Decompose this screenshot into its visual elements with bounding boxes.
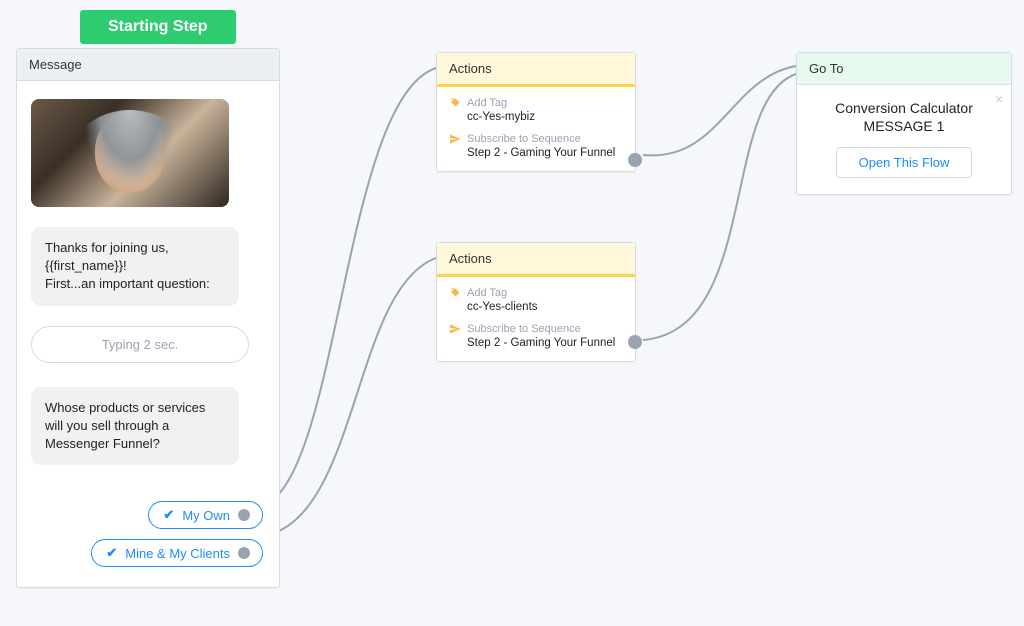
output-port-icon[interactable] xyxy=(628,335,642,349)
goto-node[interactable]: Go To × Conversion Calculator MESSAGE 1 … xyxy=(796,52,1012,195)
quick-reply-label: My Own xyxy=(182,508,230,523)
action-value: cc-Yes-clients xyxy=(449,301,623,313)
message-bubble-1: Thanks for joining us, {{first_name}}! F… xyxy=(31,227,239,306)
actions-node-header: Actions xyxy=(437,53,635,87)
message-node-header: Message xyxy=(17,49,279,81)
avatar-image xyxy=(31,99,229,207)
sequence-icon xyxy=(449,323,461,335)
goto-title-line2: MESSAGE 1 xyxy=(864,118,945,134)
actions-node-1[interactable]: Actions Add Tag cc-Yes-mybiz Subscribe t… xyxy=(436,52,636,172)
output-port-icon[interactable] xyxy=(628,153,642,167)
actions-node-2[interactable]: Actions Add Tag cc-Yes-clients Subscribe… xyxy=(436,242,636,362)
action-add-tag[interactable]: Add Tag cc-Yes-mybiz xyxy=(449,97,623,123)
bubble1-line2: {{first_name}}! xyxy=(45,258,127,273)
sequence-icon xyxy=(449,133,461,145)
open-flow-button[interactable]: Open This Flow xyxy=(836,147,973,178)
output-port-icon[interactable] xyxy=(238,509,250,521)
action-label: Subscribe to Sequence xyxy=(467,323,581,335)
goto-node-header: Go To xyxy=(797,53,1011,85)
output-port-icon[interactable] xyxy=(238,547,250,559)
message-node[interactable]: Message Thanks for joining us, {{first_n… xyxy=(16,48,280,588)
check-icon: ✔ xyxy=(106,545,117,561)
action-label: Subscribe to Sequence xyxy=(467,133,581,145)
action-label: Add Tag xyxy=(467,287,507,299)
tag-icon xyxy=(449,97,461,109)
action-value: Step 2 - Gaming Your Funnel xyxy=(449,337,623,349)
quick-reply-label: Mine & My Clients xyxy=(125,546,230,561)
action-value: Step 2 - Gaming Your Funnel xyxy=(449,147,623,159)
bubble1-line3: First...an important question: xyxy=(45,276,210,291)
actions-node-header: Actions xyxy=(437,243,635,277)
flow-canvas[interactable]: Starting Step Message Thanks for joining… xyxy=(0,0,1024,626)
action-add-tag[interactable]: Add Tag cc-Yes-clients xyxy=(449,287,623,313)
action-value: cc-Yes-mybiz xyxy=(449,111,623,123)
tag-icon xyxy=(449,287,461,299)
message-bubble-2: Whose products or services will you sell… xyxy=(31,387,239,466)
close-icon[interactable]: × xyxy=(995,91,1003,107)
goto-target-title: Conversion Calculator MESSAGE 1 xyxy=(807,99,1001,135)
goto-title-line1: Conversion Calculator xyxy=(835,100,973,116)
quick-reply-mine-and-clients[interactable]: ✔ Mine & My Clients xyxy=(91,539,263,567)
action-subscribe-sequence[interactable]: Subscribe to Sequence Step 2 - Gaming Yo… xyxy=(449,133,623,159)
action-subscribe-sequence[interactable]: Subscribe to Sequence Step 2 - Gaming Yo… xyxy=(449,323,623,349)
typing-indicator[interactable]: Typing 2 sec. xyxy=(31,326,249,363)
check-icon: ✔ xyxy=(163,507,174,523)
bubble1-line1: Thanks for joining us, xyxy=(45,240,169,255)
quick-reply-my-own[interactable]: ✔ My Own xyxy=(148,501,263,529)
action-label: Add Tag xyxy=(467,97,507,109)
starting-step-badge: Starting Step xyxy=(80,10,236,44)
